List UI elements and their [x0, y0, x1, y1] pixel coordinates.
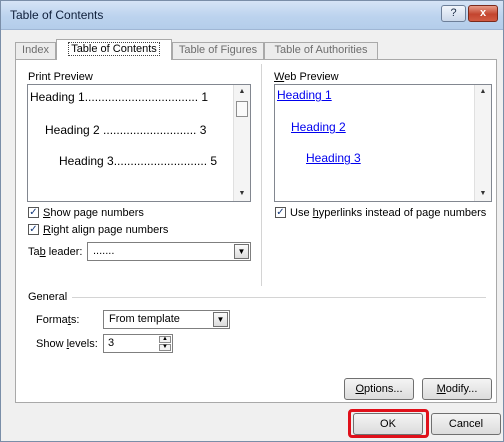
stepper-up-icon[interactable]: ▲	[159, 336, 171, 343]
checkmark-icon[interactable]: ✓	[28, 224, 39, 235]
tab-table-of-authorities[interactable]: Table of Authorities	[264, 42, 378, 59]
options-button[interactable]: Options...	[344, 378, 414, 400]
scroll-up-icon[interactable]: ▲	[234, 85, 250, 99]
scroll-down-icon[interactable]: ▼	[475, 187, 491, 201]
web-preview-link-1[interactable]: Heading 1	[277, 88, 332, 102]
cancel-button[interactable]: Cancel	[431, 413, 501, 435]
window-title: Table of Contents	[10, 8, 104, 22]
show-levels-label: Show levels:	[36, 338, 98, 350]
print-preview-line-3: Heading 3............................ 5	[59, 154, 218, 168]
tab-table-of-contents-label: Table of Contents	[68, 42, 160, 56]
modify-button[interactable]: Modify...	[422, 378, 492, 400]
ok-highlight-annotation	[348, 409, 429, 438]
tab-table-of-contents[interactable]: Table of Contents	[56, 39, 172, 60]
print-preview-label: Print Preview	[28, 71, 93, 83]
general-label: General	[28, 291, 68, 303]
web-preview-scrollbar[interactable]: ▲ ▼	[474, 85, 491, 201]
toc-dialog: Table of Contents ? x Index Table of Con…	[0, 0, 504, 442]
formats-label: Formats:	[36, 314, 80, 326]
show-page-numbers-label: Show page numbers	[43, 207, 144, 219]
formats-select[interactable]: From template ▼	[103, 310, 230, 329]
print-preview-scrollbar[interactable]: ▲ ▼	[233, 85, 250, 201]
print-preview-line-2: Heading 2 ............................ 3	[45, 123, 207, 137]
web-preview-label: Web Preview	[274, 71, 339, 83]
web-preview-box[interactable]: Heading 1 Heading 2 Heading 3 ▲ ▼	[274, 84, 492, 202]
web-preview-link-3[interactable]: Heading 3	[306, 151, 361, 165]
close-button[interactable]: x	[468, 5, 498, 22]
checkmark-icon[interactable]: ✓	[275, 207, 286, 218]
show-levels-stepper[interactable]: 3 ▲ ▼	[103, 334, 173, 353]
stepper-arrows: ▲ ▼	[159, 336, 171, 351]
stepper-down-icon[interactable]: ▼	[159, 344, 171, 351]
tab-leader-value: .......	[93, 245, 115, 257]
print-preview-box[interactable]: Heading 1...............................…	[27, 84, 251, 202]
tab-panel: Print Preview Heading 1.................…	[15, 59, 497, 403]
column-divider	[261, 64, 262, 286]
scroll-down-icon[interactable]: ▼	[234, 187, 250, 201]
checkmark-icon[interactable]: ✓	[28, 207, 39, 218]
use-hyperlinks-label: Use hyperlinks instead of page numbers	[290, 207, 487, 219]
tab-table-of-figures-label: Table of Figures	[178, 44, 258, 56]
web-preview-link-2[interactable]: Heading 2	[291, 120, 346, 134]
tab-leader-select[interactable]: ....... ▼	[87, 242, 251, 261]
scroll-up-icon[interactable]: ▲	[475, 85, 491, 99]
tab-index[interactable]: Index	[15, 42, 56, 59]
help-button[interactable]: ?	[441, 5, 466, 22]
show-levels-value: 3	[108, 337, 115, 349]
tab-table-of-figures[interactable]: Table of Figures	[172, 42, 264, 59]
tab-leader-label: Tab leader:	[28, 246, 83, 258]
scroll-thumb[interactable]	[236, 101, 248, 117]
chevron-down-icon[interactable]: ▼	[213, 312, 228, 327]
tab-table-of-authorities-label: Table of Authorities	[274, 44, 368, 56]
chevron-down-icon[interactable]: ▼	[234, 244, 249, 259]
formats-value: From template	[109, 313, 180, 325]
right-align-label: Right align page numbers	[43, 224, 169, 236]
tab-index-label: Index	[22, 44, 49, 56]
title-bar[interactable]: Table of Contents ? x	[1, 1, 503, 30]
general-divider	[72, 297, 486, 298]
print-preview-line-1: Heading 1...............................…	[30, 90, 209, 104]
